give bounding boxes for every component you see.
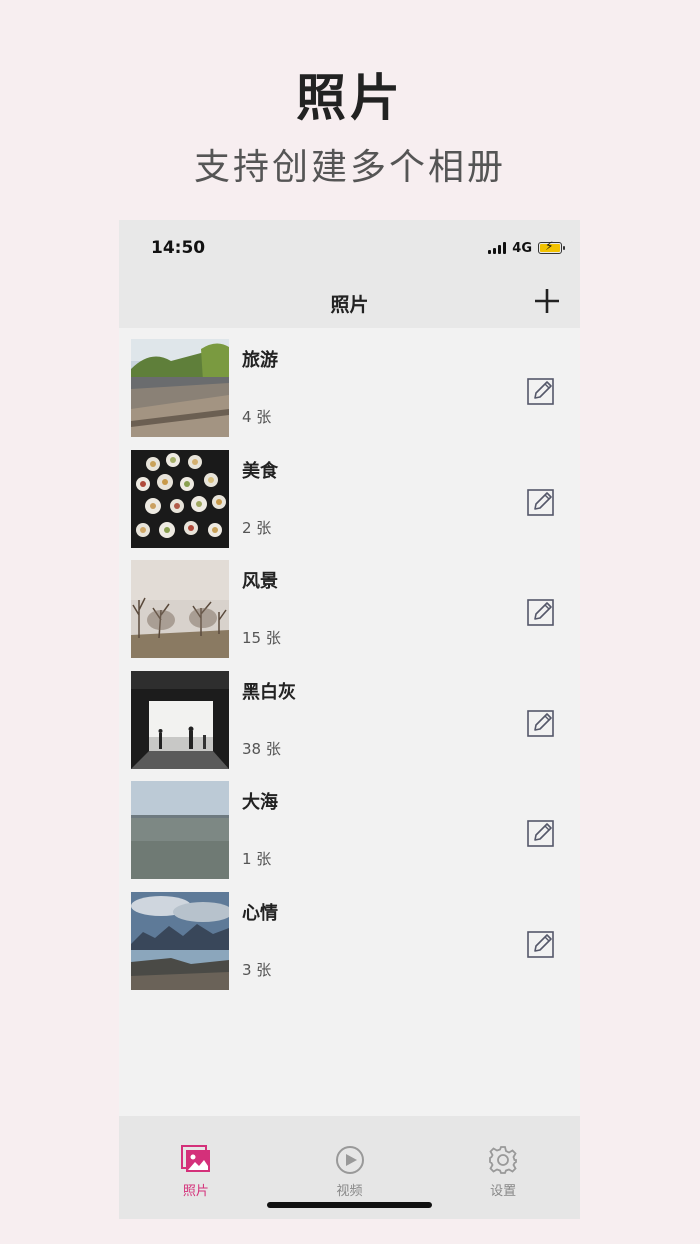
tab-label: 设置 — [490, 1184, 517, 1199]
album-name: 大海 — [242, 792, 278, 814]
album-name: 心情 — [242, 902, 278, 924]
album-count: 4 张 — [242, 408, 272, 426]
edit-album-button[interactable] — [526, 708, 556, 738]
album-thumbnail — [131, 670, 229, 769]
tab-label: 视频 — [336, 1184, 363, 1199]
edit-album-button[interactable] — [526, 597, 556, 627]
album-thumbnail — [131, 781, 229, 880]
battery-icon: ⚡ — [538, 240, 565, 254]
gear-icon — [489, 1146, 518, 1174]
album-thumbnail — [131, 891, 229, 990]
edit-icon — [527, 931, 554, 958]
nav-bar: 照片 — [119, 276, 580, 328]
album-row[interactable]: 心情 3 张 — [119, 881, 580, 992]
album-count: 1 张 — [242, 850, 272, 869]
edit-icon — [527, 599, 554, 626]
promo-title: 照片 — [296, 69, 404, 127]
album-row[interactable]: 黑白灰 38 张 — [119, 660, 580, 771]
photos-icon — [180, 1145, 210, 1172]
network-label: 4G — [512, 240, 532, 256]
add-album-button[interactable] — [532, 286, 562, 316]
edit-icon — [527, 488, 554, 516]
album-name: 黑白灰 — [242, 681, 296, 703]
album-name: 旅游 — [242, 350, 278, 371]
edit-album-button[interactable] — [526, 818, 556, 848]
plus-icon — [535, 289, 559, 313]
edit-icon — [527, 378, 554, 405]
album-count: 38 张 — [242, 739, 281, 758]
promo-subtitle: 支持创建多个相册 — [193, 147, 506, 188]
album-count: 2 张 — [242, 518, 272, 537]
edit-icon — [527, 709, 554, 737]
play-icon — [335, 1146, 364, 1174]
home-indicator — [267, 1202, 432, 1208]
tab-photos[interactable]: 照片 — [119, 1116, 273, 1219]
album-thumbnail — [131, 449, 229, 548]
album-name: 美食 — [242, 460, 278, 482]
edit-album-button[interactable] — [526, 487, 556, 517]
album-row[interactable]: 大海 1 张 — [119, 770, 580, 881]
album-row[interactable]: 风景 15 张 — [119, 549, 580, 660]
tab-settings[interactable]: 设置 — [426, 1116, 580, 1219]
album-thumbnail — [131, 560, 229, 659]
edit-album-button[interactable] — [526, 376, 556, 406]
album-thumbnail — [131, 339, 229, 437]
status-bar: 14:50 4G ⚡ — [119, 220, 580, 276]
phone-screen: 14:50 4G ⚡ 照片 旅游 4 张 美食 2 张 风景 15 张 黑白灰 … — [119, 220, 580, 1219]
album-row[interactable]: 美食 2 张 — [119, 439, 580, 550]
album-count: 3 张 — [242, 960, 272, 979]
status-time: 14:50 — [151, 238, 206, 258]
album-name: 风景 — [242, 571, 278, 593]
tab-label: 照片 — [182, 1184, 209, 1199]
nav-title: 照片 — [330, 294, 369, 316]
status-indicators: 4G ⚡ — [488, 240, 565, 256]
album-row[interactable]: 旅游 4 张 — [119, 328, 580, 439]
signal-icon — [488, 242, 507, 254]
album-count: 15 张 — [242, 629, 281, 648]
edit-icon — [527, 820, 554, 848]
album-list: 旅游 4 张 美食 2 张 风景 15 张 黑白灰 38 张 大海 1 张 心情… — [119, 328, 580, 992]
edit-album-button[interactable] — [526, 929, 556, 959]
